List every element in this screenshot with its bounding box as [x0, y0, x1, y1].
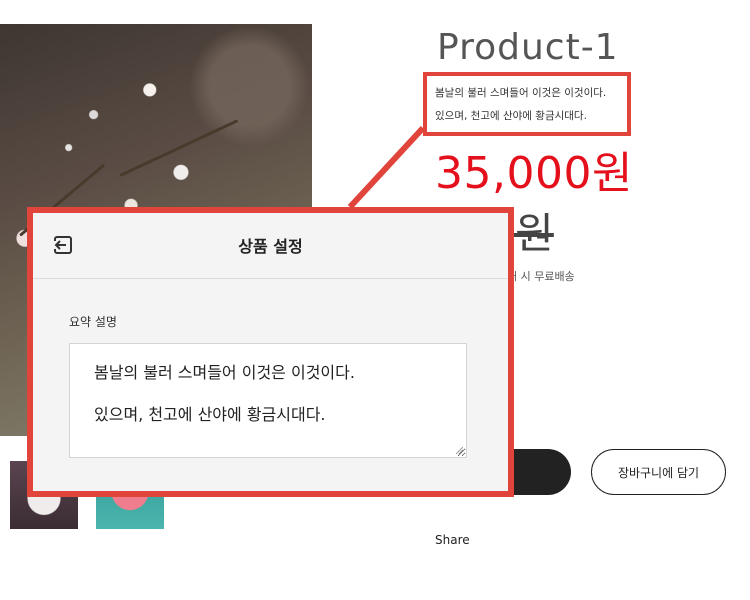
share-label[interactable]: Share	[435, 533, 470, 547]
product-settings-panel: 상품 설정 요약 설명 봄날의 불러 스며들어 이것은 이것이다. 있으며, 천…	[27, 207, 514, 497]
sale-price: 35,000원	[435, 148, 633, 199]
panel-header: 상품 설정	[33, 213, 508, 279]
summary-field-label: 요약 설명	[69, 315, 117, 329]
product-summary-line: 봄날의 불러 스며들어 이것은 이것이다.	[435, 87, 607, 99]
add-to-cart-button[interactable]: 장바구니에 담기	[591, 449, 726, 495]
branch-decoration	[119, 119, 239, 177]
panel-title: 상품 설정	[238, 237, 303, 256]
textarea-line: 봄날의 불러 스며들어 이것은 이것이다.	[94, 363, 355, 382]
summary-highlight-box	[423, 72, 631, 136]
summary-textarea[interactable]: 봄날의 불러 스며들어 이것은 이것이다. 있으며, 천고에 산야에 황금시대다…	[69, 343, 467, 458]
product-summary-line: 있으며, 천고에 산야에 황금시대다.	[435, 110, 587, 122]
resize-grip-icon[interactable]	[455, 446, 463, 454]
product-title: Product-1	[437, 27, 619, 68]
textarea-line: 있으며, 천고에 산야에 황금시대다.	[94, 405, 326, 424]
